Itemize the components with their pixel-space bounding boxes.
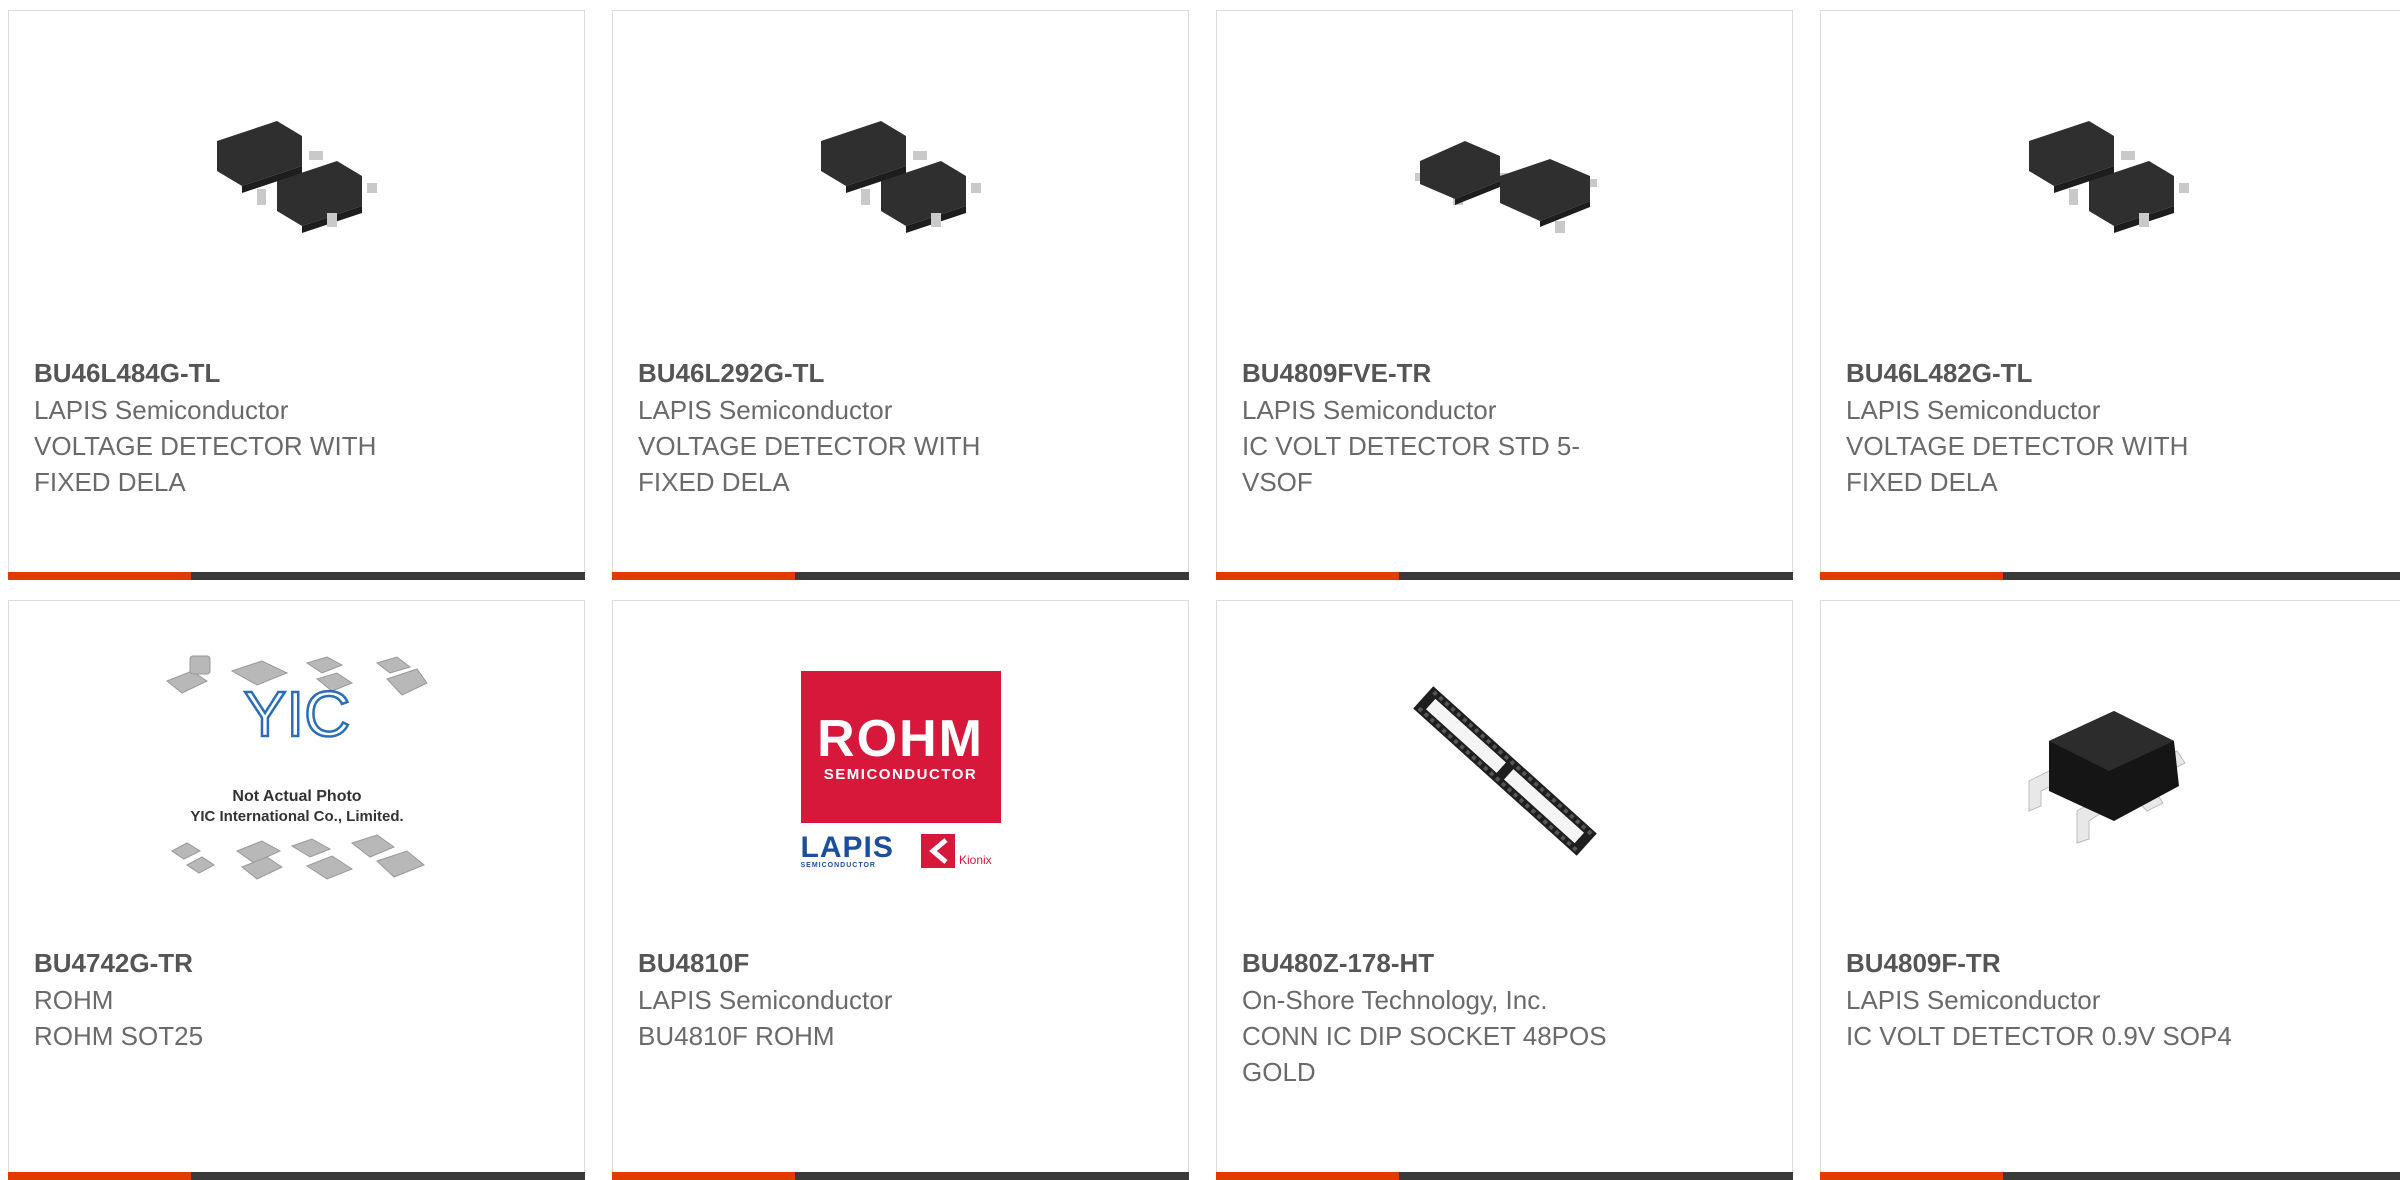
product-card[interactable]: BU4809F-TR LAPIS Semiconductor IC VOLT D… — [1820, 600, 2400, 1180]
card-accent-bar — [1216, 1172, 1399, 1180]
description-line: VOLTAGE DETECTOR WITH — [638, 431, 981, 461]
product-grid: BU46L484G-TL LAPIS Semiconductor VOLTAGE… — [0, 0, 2400, 1180]
description-line: CONN IC DIP SOCKET 48POS — [1242, 1021, 1607, 1051]
manufacturer: LAPIS Semiconductor — [34, 395, 289, 425]
manufacturer: LAPIS Semiconductor — [1242, 395, 1497, 425]
card-bottom-bar — [1216, 572, 1793, 580]
description-line: VOLTAGE DETECTOR WITH — [1846, 431, 2189, 461]
part-number[interactable]: BU46L482G-TL — [1846, 354, 2266, 392]
sot23-chip-pair-icon — [216, 121, 377, 233]
product-card[interactable]: BU46L482G-TL LAPIS Semiconductor VOLTAGE… — [1820, 10, 2400, 580]
card-bottom-bar — [8, 572, 585, 580]
photo-caption: Not Actual Photo — [232, 788, 361, 805]
photo-caption: YIC International Co., Limited. — [190, 808, 403, 825]
manufacturer: LAPIS Semiconductor — [638, 395, 893, 425]
rohm-logo-icon: ROHM SEMICONDUCTOR LAPIS SEMICONDUCTOR K… — [800, 671, 1001, 871]
part-number[interactable]: BU4810F — [638, 944, 1058, 982]
vsof-chip-pair-icon — [1414, 141, 1597, 233]
manufacturer: LAPIS Semiconductor — [1846, 985, 2101, 1015]
card-accent-bar — [8, 1172, 191, 1180]
description-line: FIXED DELA — [34, 467, 186, 497]
manufacturer: LAPIS Semiconductor — [638, 985, 893, 1015]
product-card[interactable]: BU46L292G-TL LAPIS Semiconductor VOLTAGE… — [612, 10, 1189, 580]
description-line: FIXED DELA — [638, 467, 790, 497]
part-number[interactable]: BU4742G-TR — [34, 944, 454, 982]
description-line: VOLTAGE DETECTOR WITH — [34, 431, 377, 461]
card-accent-bar — [1820, 1172, 2003, 1180]
part-number[interactable]: BU480Z-178-HT — [1242, 944, 1662, 982]
kionix-logo-icon: Kionix — [920, 834, 992, 868]
description-line: ROHM SOT25 — [34, 1021, 204, 1051]
part-number[interactable]: BU46L292G-TL — [638, 354, 1058, 392]
sot23-chip-pair-icon — [820, 121, 981, 233]
description-line: IC VOLT DETECTOR STD 5- — [1242, 431, 1581, 461]
manufacturer: ROHM — [34, 985, 114, 1015]
card-accent-bar — [612, 1172, 795, 1180]
sot23-chip-pair-icon — [2028, 121, 2189, 233]
not-actual-photo-icon: YIC Not Actual Photo YIC International C… — [165, 655, 428, 880]
description-line: IC VOLT DETECTOR 0.9V SOP4 — [1846, 1021, 2232, 1051]
card-bottom-bar — [8, 1172, 585, 1180]
description-line: BU4810F ROHM — [638, 1021, 835, 1051]
card-accent-bar — [1216, 572, 1399, 580]
sop4-chip-icon — [2028, 711, 2186, 844]
svg-text:YIC: YIC — [243, 678, 350, 750]
product-card[interactable]: ROHM SEMICONDUCTOR LAPIS SEMICONDUCTOR K… — [612, 600, 1189, 1180]
logo-subtext: SEMICONDUCTOR — [823, 765, 978, 783]
card-bottom-bar — [1820, 572, 2400, 580]
logo-text: ROHM — [817, 709, 984, 768]
dip-socket-icon — [1412, 686, 1597, 856]
card-accent-bar — [612, 572, 795, 580]
product-card[interactable]: BU480Z-178-HT On-Shore Technology, Inc. … — [1216, 600, 1793, 1180]
product-card[interactable]: YIC Not Actual Photo YIC International C… — [8, 600, 585, 1180]
card-bottom-bar — [1820, 1172, 2400, 1180]
part-number[interactable]: BU46L484G-TL — [34, 354, 454, 392]
card-bottom-bar — [612, 572, 1189, 580]
card-accent-bar — [1820, 572, 2003, 580]
lapis-logo-text: LAPIS — [800, 830, 894, 864]
description-line: GOLD — [1242, 1057, 1316, 1087]
product-card[interactable]: BU4809FVE-TR LAPIS Semiconductor IC VOLT… — [1216, 10, 1793, 580]
card-bottom-bar — [612, 1172, 1189, 1180]
manufacturer: On-Shore Technology, Inc. — [1242, 985, 1548, 1015]
card-bottom-bar — [1216, 1172, 1793, 1180]
description-line: FIXED DELA — [1846, 467, 1998, 497]
description-line: VSOF — [1242, 467, 1313, 497]
manufacturer: LAPIS Semiconductor — [1846, 395, 2101, 425]
part-number[interactable]: BU4809FVE-TR — [1242, 354, 1662, 392]
part-number[interactable]: BU4809F-TR — [1846, 944, 2266, 982]
svg-text:Kionix: Kionix — [959, 853, 992, 867]
card-accent-bar — [8, 572, 191, 580]
product-card[interactable]: BU46L484G-TL LAPIS Semiconductor VOLTAGE… — [8, 10, 585, 580]
